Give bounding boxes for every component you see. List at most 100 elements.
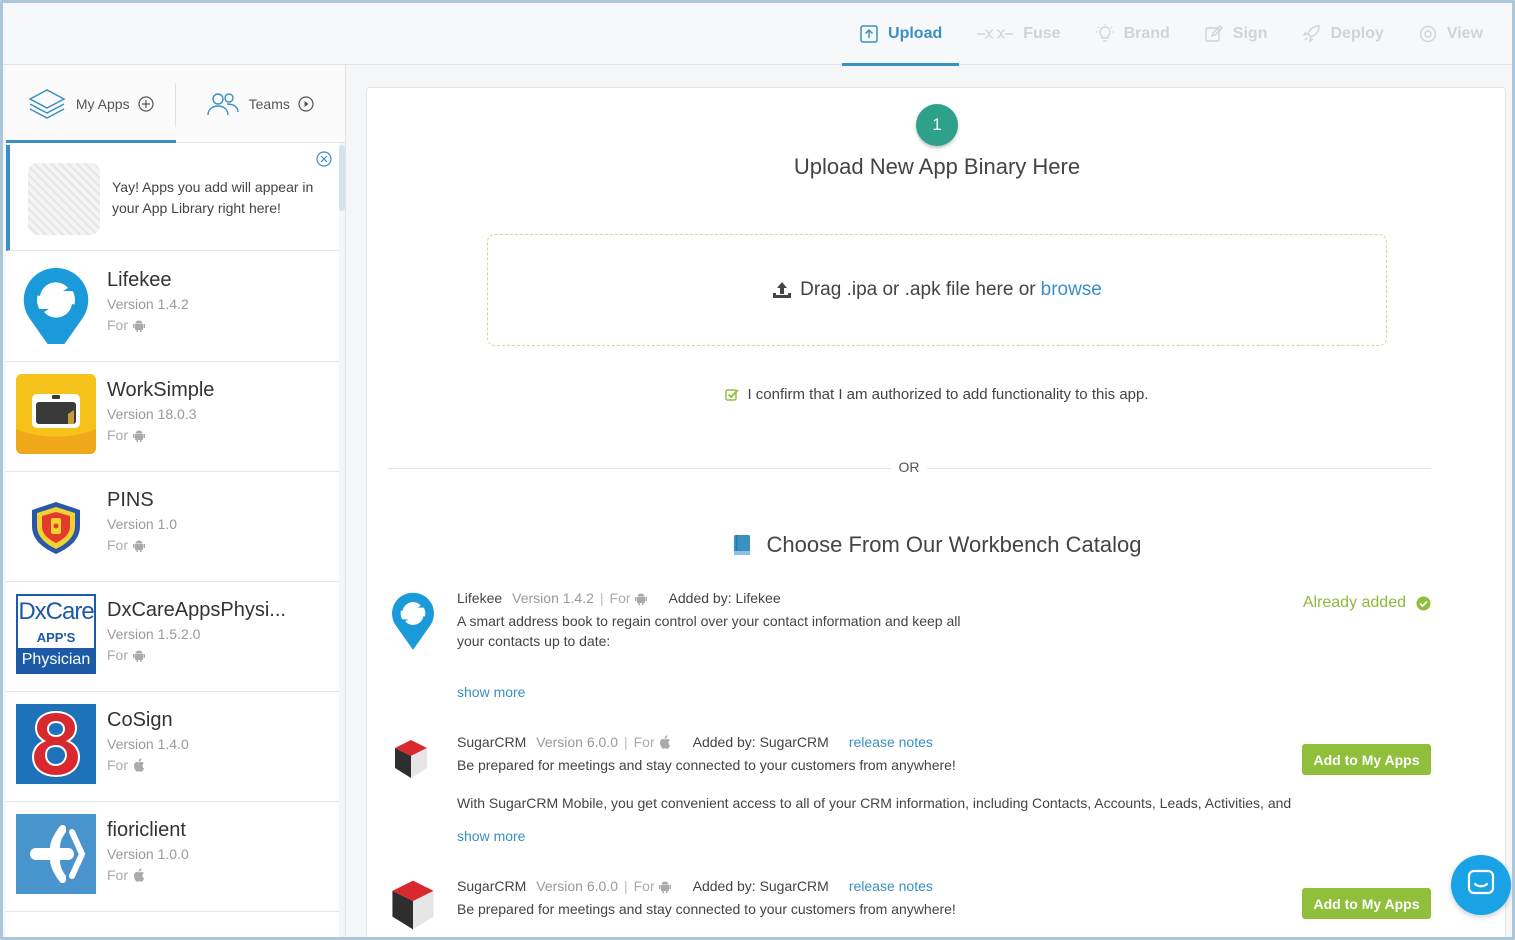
dxcare-logo-line2: APP'S (36, 630, 76, 645)
show-more-link[interactable]: show more (457, 828, 525, 844)
upload-icon (859, 24, 879, 44)
close-icon[interactable] (316, 151, 332, 172)
tab-my-apps[interactable]: My Apps (6, 65, 176, 143)
apple-icon (133, 868, 145, 882)
or-label: OR (891, 459, 927, 475)
separator: | (623, 878, 628, 894)
chat-icon (1466, 868, 1496, 903)
workflow-steps: Upload Fuse Brand Sign Deploy View (842, 3, 1500, 66)
app-platform: For (107, 537, 145, 553)
lightbulb-icon (1095, 24, 1115, 44)
upload-tray-icon (772, 281, 792, 299)
android-icon (658, 880, 671, 893)
drop-text: Drag .ipa or .apk file here or (800, 279, 1036, 300)
layers-icon (28, 88, 66, 120)
app-name: fioriclient (107, 819, 186, 841)
catalog-item-meta: SugarCRM Version 6.0.0 | For Added by: S… (457, 878, 933, 894)
step-brand-label: Brand (1123, 25, 1170, 42)
for-label: For (633, 734, 655, 750)
app-row-worksimple[interactable]: WorkSimple Version 18.0.3 For (6, 362, 339, 472)
for-label: For (107, 757, 128, 773)
already-added-status: Already added (1303, 594, 1431, 612)
catalog-description: Be prepared for meetings and stay connec… (457, 757, 956, 773)
step-sign[interactable]: Sign (1187, 3, 1285, 65)
sidebar-scrollbar-thumb[interactable] (339, 145, 345, 211)
catalog-description: Be prepared for meetings and stay connec… (457, 901, 956, 917)
app-name: DxCareAppsPhysi... (107, 599, 286, 621)
catalog-item-meta: SugarCRM Version 6.0.0 | For Added by: S… (457, 734, 933, 750)
android-icon (133, 649, 145, 662)
book-icon (733, 534, 751, 556)
fuse-icon (976, 24, 1014, 44)
authorization-confirm[interactable]: I confirm that I am authorized to add fu… (367, 386, 1507, 403)
for-label: For (107, 537, 128, 553)
step-fuse[interactable]: Fuse (959, 3, 1077, 65)
step-number-badge: 1 (916, 104, 958, 146)
app-version: Version 1.0.0 (107, 846, 189, 862)
app-platform: For (107, 317, 145, 333)
apple-icon (133, 758, 145, 772)
browse-link[interactable]: browse (1041, 279, 1102, 301)
catalog-heading: Choose From Our Workbench Catalog (367, 532, 1507, 558)
catalog-platform: For (610, 590, 647, 606)
app-row-dxcare[interactable]: DxCare APP'S Physician DxCareAppsPhysi..… (6, 582, 339, 692)
tab-teams[interactable]: Teams (176, 65, 346, 142)
catalog-platform: For (634, 734, 671, 750)
step-view[interactable]: View (1401, 3, 1500, 65)
checkbox-checked-icon[interactable] (725, 388, 740, 402)
release-notes-link[interactable]: release notes (849, 878, 933, 894)
separator: | (599, 590, 604, 606)
app-platform: For (107, 647, 145, 663)
app-platform: For (107, 757, 145, 773)
rocket-icon (1301, 24, 1321, 44)
app-version: Version 1.5.2.0 (107, 626, 201, 642)
release-notes-link[interactable]: release notes (849, 734, 933, 750)
step-deploy-label: Deploy (1330, 25, 1384, 42)
show-more-link[interactable]: show more (457, 684, 525, 700)
banner-text: Yay! Apps you add will appear in your Ap… (112, 179, 314, 216)
add-circle-icon[interactable] (137, 95, 154, 112)
catalog-platform: For (634, 878, 671, 894)
step-sign-label: Sign (1232, 25, 1268, 42)
catalog-added-by: Added by: SugarCRM (692, 878, 829, 894)
catalog-app-name: SugarCRM (457, 734, 527, 750)
app-row-cosign[interactable]: CoSign Version 1.4.0 For (6, 692, 339, 802)
lifekee-logo (16, 264, 96, 344)
app-row-fioriclient[interactable]: fioriclient Version 1.0.0 For (6, 802, 339, 912)
step-upload[interactable]: Upload (842, 3, 960, 66)
catalog-title: Choose From Our Workbench Catalog (766, 532, 1142, 557)
sidebar-scrollbar-track[interactable] (339, 143, 345, 937)
placeholder-app-icon (28, 163, 100, 235)
android-icon (634, 592, 647, 605)
upload-panel: 1 Upload New App Binary Here Drag .ipa o… (366, 87, 1507, 937)
app-platform: For (107, 867, 145, 883)
app-row-pins[interactable]: PINS Version 1.0 For (6, 472, 339, 582)
dxcare-logo-line1: DxCare (18, 598, 94, 625)
step-brand[interactable]: Brand (1078, 3, 1187, 65)
apple-icon (659, 735, 671, 749)
app-version: Version 1.0 (107, 516, 178, 532)
step-deploy[interactable]: Deploy (1284, 3, 1400, 65)
separator: | (623, 734, 628, 750)
chat-launcher-button[interactable] (1451, 855, 1511, 915)
worksimple-logo (16, 374, 96, 454)
dxcare-logo: DxCare APP'S Physician (16, 594, 96, 674)
check-circle-icon (1416, 596, 1431, 611)
step-fuse-label: Fuse (1023, 25, 1061, 42)
confirm-text: I confirm that I am authorized to add fu… (747, 386, 1149, 403)
for-label: For (107, 317, 128, 333)
app-row-lifekee[interactable]: Lifekee Version 1.4.2 For (6, 252, 339, 362)
top-navigation: Upload Fuse Brand Sign Deploy View (3, 3, 1512, 66)
add-to-my-apps-button[interactable]: Add to My Apps (1302, 888, 1431, 919)
sidebar-tabs: My Apps Teams (6, 65, 345, 143)
already-added-label: Already added (1302, 594, 1406, 611)
file-dropzone[interactable]: Drag .ipa or .apk file here or browse (487, 234, 1387, 346)
play-circle-icon[interactable] (298, 95, 314, 112)
app-version: Version 1.4.2 (107, 296, 189, 312)
for-label: For (107, 647, 128, 663)
app-library-sidebar: My Apps Teams Yay! Apps you add will app (6, 65, 346, 937)
for-label: For (633, 878, 655, 894)
app-version: Version 18.0.3 (107, 406, 197, 422)
add-to-my-apps-button[interactable]: Add to My Apps (1302, 744, 1431, 775)
catalog-description: A smart address book to regain control o… (457, 613, 961, 649)
